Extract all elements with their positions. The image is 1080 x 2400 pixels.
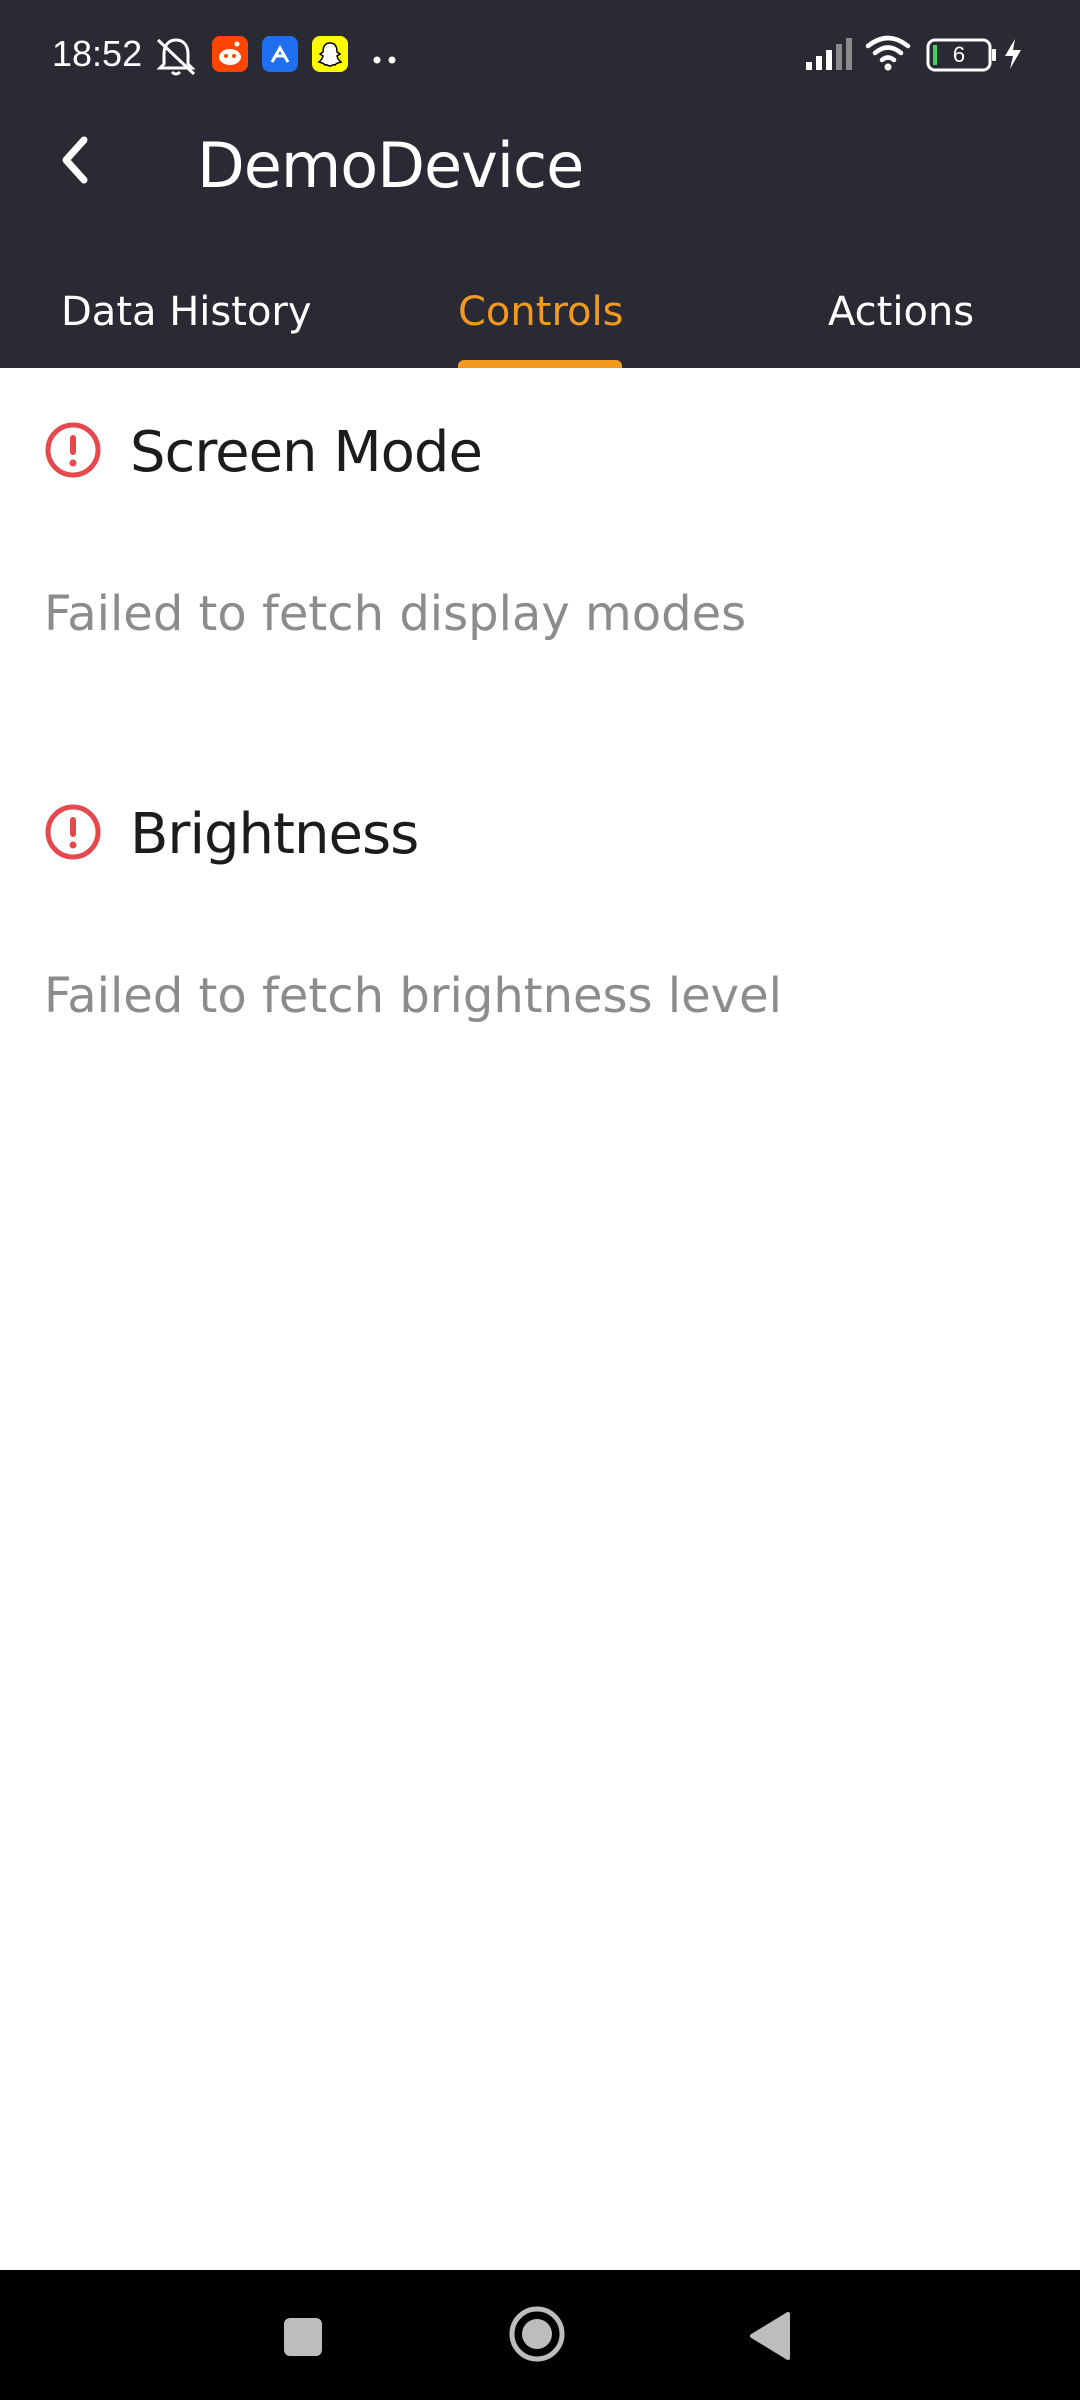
tab-actions[interactable]: Actions bbox=[828, 256, 974, 368]
back-button[interactable] bbox=[40, 126, 112, 198]
recents-icon[interactable] bbox=[282, 2316, 324, 2362]
home-icon[interactable] bbox=[507, 2304, 567, 2368]
battery-icon: 6 bbox=[926, 38, 998, 76]
tab-controls[interactable]: Controls bbox=[458, 256, 623, 368]
section-title: Screen Mode bbox=[130, 419, 483, 485]
active-tab-indicator bbox=[458, 360, 622, 368]
tab-bar: Data History Controls Actions bbox=[0, 256, 1080, 368]
chevron-left-icon bbox=[56, 134, 96, 190]
charging-icon bbox=[1002, 38, 1024, 74]
battery-level: 6 bbox=[952, 42, 966, 67]
mute-icon bbox=[152, 34, 200, 82]
error-message: Failed to fetch display modes bbox=[44, 586, 747, 642]
signal-icon bbox=[804, 36, 854, 76]
snapchat-icon bbox=[312, 36, 348, 76]
error-icon bbox=[44, 803, 102, 865]
tab-label: Data History bbox=[61, 289, 312, 335]
tab-label: Actions bbox=[828, 289, 975, 335]
status-bar: 18:52 6 bbox=[0, 0, 1080, 110]
section-title: Brightness bbox=[130, 801, 419, 867]
back-icon[interactable] bbox=[746, 2310, 792, 2366]
error-icon bbox=[44, 421, 102, 483]
section-header-brightness: Brightness bbox=[44, 794, 419, 874]
reddit-icon bbox=[212, 36, 248, 76]
section-header-screen-mode: Screen Mode bbox=[44, 412, 483, 492]
wifi-icon bbox=[864, 34, 912, 76]
page-title: DemoDevice bbox=[197, 129, 584, 202]
error-message: Failed to fetch brightness level bbox=[44, 968, 782, 1024]
tab-label: Controls bbox=[458, 289, 624, 335]
system-nav-bar bbox=[0, 2270, 1080, 2400]
status-time: 18:52 bbox=[52, 33, 143, 74]
app-bar: DemoDevice bbox=[0, 110, 1080, 256]
app-icon bbox=[262, 36, 298, 76]
more-dots-icon bbox=[372, 50, 402, 69]
tab-data-history[interactable]: Data History bbox=[61, 256, 312, 368]
